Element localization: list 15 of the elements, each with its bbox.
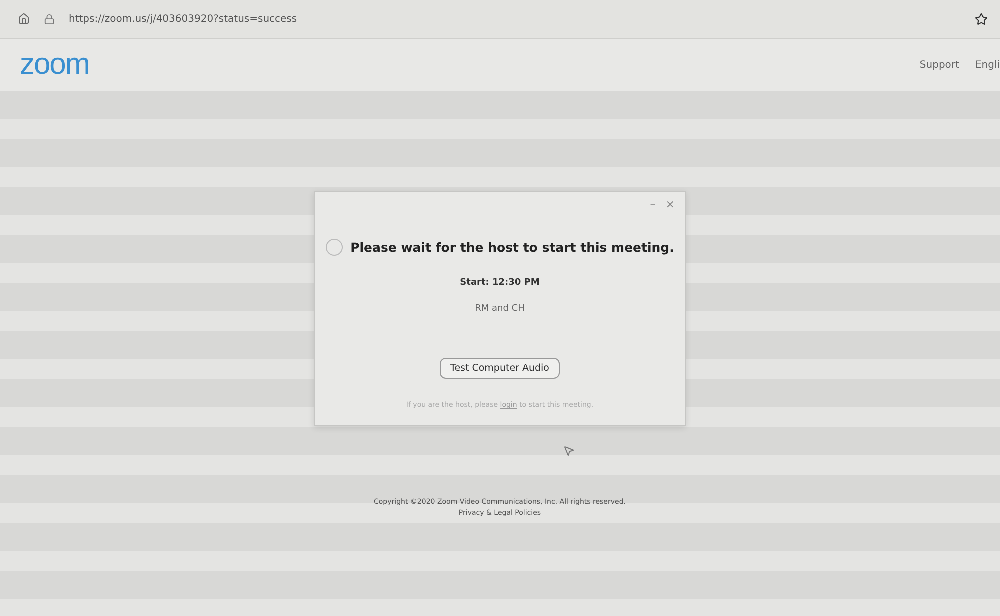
close-button[interactable]: × [666,198,675,211]
nav-link[interactable]: Support [920,60,960,70]
home-icon[interactable] [18,13,30,25]
test-audio-button[interactable]: Test Computer Audio [440,358,560,379]
cursor-icon [563,445,575,457]
lock-icon [44,14,55,24]
start-time: Start: 12:30 PM [460,278,540,288]
logo[interactable]: zoom [20,48,904,82]
nav-link[interactable]: Engli [975,60,1000,70]
address-bar[interactable]: https://zoom.us/j/403603920?status=success [69,14,961,24]
minimize-button[interactable]: – [650,198,656,211]
dialog-title: Please wait for the host to start this meeting. [350,240,674,255]
bookmark-star-icon[interactable] [975,12,988,26]
meeting-topic: RM and CH [475,304,525,314]
spinner-icon [326,239,343,256]
